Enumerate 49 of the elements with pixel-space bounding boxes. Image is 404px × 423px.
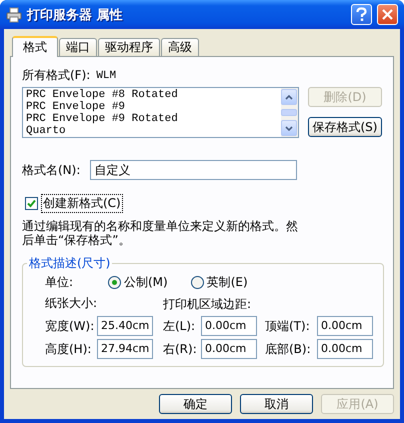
input-field[interactable]: 27.94cm <box>97 339 153 359</box>
description-text: 通过编辑现有的名称和度量单位来定义新的格式。然后单击“保存格式”。 <box>22 219 299 247</box>
list-item[interactable]: PRC Envelope #8 Rotated <box>26 89 278 101</box>
scroll-up-button[interactable] <box>281 89 297 105</box>
scroll-down-button[interactable] <box>281 120 297 136</box>
checkbox[interactable] <box>25 197 38 210</box>
printer-icon <box>6 6 22 22</box>
input-field[interactable]: 25.40cm <box>97 316 153 336</box>
input-field[interactable]: 自定义 <box>90 160 298 180</box>
field-label: 右(R): <box>163 340 198 358</box>
ok-button[interactable]: 确定 <box>159 394 232 414</box>
list-item[interactable]: Quarto <box>26 125 278 137</box>
radio-label: 公制(M) <box>124 274 168 291</box>
field-label: 单位: <box>45 274 74 291</box>
server-name: WLM <box>96 70 116 82</box>
input-field[interactable]: 0.00cm <box>317 339 373 359</box>
close-icon <box>382 9 393 20</box>
cancel-button[interactable]: 取消 <box>240 394 313 414</box>
input-field[interactable]: 0.00cm <box>201 316 257 336</box>
radio-button[interactable] <box>108 276 121 289</box>
list-item[interactable]: PRC Envelope #9 <box>26 101 278 113</box>
field-label: 底部(B): <box>265 340 312 358</box>
field-label: 高度(H): <box>45 340 92 358</box>
format-list[interactable]: PRC Envelope #8 Rotated PRC Envelope #9 PRC Envelope #9 Rotated Quarto <box>22 87 299 138</box>
group-title: 格式描述(尺寸) <box>28 255 112 272</box>
field-label: 左(L): <box>163 318 196 334</box>
tab[interactable]: 驱动程序 <box>98 38 160 56</box>
tab[interactable]: 高级 <box>161 38 199 56</box>
field-label: 纸张大小: <box>45 295 98 312</box>
save-format-button[interactable]: 保存格式(S) <box>308 117 382 137</box>
input-field[interactable]: 0.00cm <box>201 339 257 359</box>
field-label: 顶端(T): <box>265 318 311 334</box>
checkbox-label: 创建新格式(C) <box>41 194 123 213</box>
question-mark-icon <box>355 7 368 22</box>
list-item[interactable]: PRC Envelope #9 Rotated <box>26 113 278 125</box>
window-title: 打印服务器 属性 <box>27 6 124 24</box>
scroll-thumb[interactable] <box>281 109 297 116</box>
field-label: 打印机区域边距: <box>163 296 252 312</box>
check-icon <box>27 199 36 208</box>
close-button[interactable] <box>377 4 398 25</box>
input-field[interactable]: 0.00cm <box>317 316 373 336</box>
tab[interactable]: 端口 <box>59 38 97 56</box>
help-button[interactable] <box>351 4 372 25</box>
field-label: 所有格式(F): <box>22 67 90 84</box>
tab[interactable]: 格式 <box>12 36 58 57</box>
field-label: 宽度(W): <box>45 318 96 334</box>
field-label: 格式名(N): <box>22 162 80 178</box>
radio-label: 英制(E) <box>206 274 248 291</box>
radio-button[interactable] <box>190 276 204 289</box>
